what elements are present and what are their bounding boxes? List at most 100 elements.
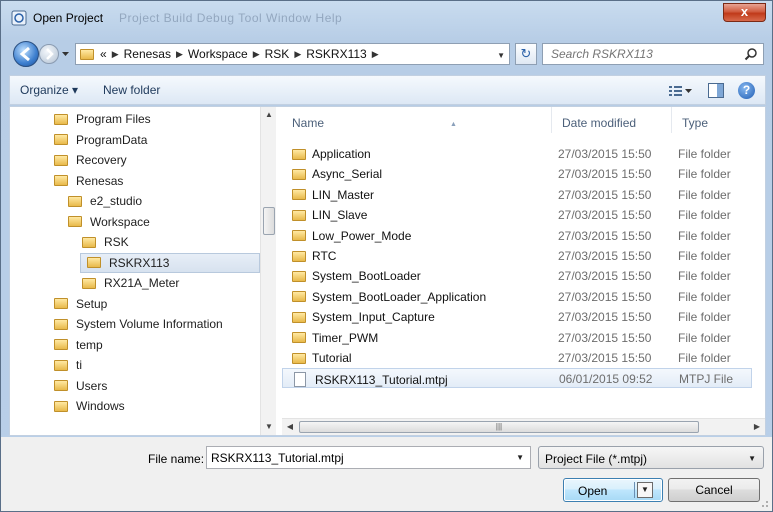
- open-options-dropdown-icon[interactable]: ▼: [637, 482, 653, 498]
- file-list-horizontal-scrollbar[interactable]: ◀ ||| ▶: [282, 418, 765, 435]
- file-name-cell: System_BootLoader: [292, 269, 421, 283]
- tree-item-label: Renesas: [76, 173, 124, 188]
- file-name-cell: Tutorial: [292, 351, 352, 365]
- date-modified-cell: 06/01/2015 09:52: [559, 372, 653, 387]
- tree-item[interactable]: temp: [54, 335, 103, 355]
- file-row[interactable]: RTC 27/03/2015 15:50 File folder: [282, 246, 752, 266]
- folder-icon: [54, 400, 68, 412]
- folder-icon: [292, 352, 306, 364]
- title-bar[interactable]: Open Project Project Build Debug Tool Wi…: [1, 1, 772, 35]
- tree-item[interactable]: Users: [54, 376, 107, 396]
- tree-item-label: ti: [76, 358, 82, 372]
- scroll-down-icon[interactable]: ▼: [261, 419, 276, 435]
- file-name-combobox[interactable]: ▼: [206, 446, 531, 469]
- file-row[interactable]: System_BootLoader_Application 27/03/2015 …: [282, 287, 752, 307]
- column-header-type[interactable]: Type: [672, 107, 765, 133]
- tree-item-label: System Volume Information: [76, 317, 223, 331]
- tree-item-label: temp: [76, 337, 103, 352]
- file-row[interactable]: LIN_Slave 27/03/2015 15:50 File folder: [282, 205, 752, 225]
- tree-item[interactable]: e2_studio: [68, 191, 142, 211]
- file-row[interactable]: Application 27/03/2015 15:50 File folder: [282, 144, 752, 164]
- folder-icon: [54, 339, 68, 350]
- column-header-name[interactable]: Name ▲: [282, 107, 552, 133]
- help-icon[interactable]: ?: [738, 82, 755, 99]
- resize-grip-icon[interactable]: [759, 498, 769, 508]
- file-name-cell: Application: [292, 147, 371, 161]
- preview-pane-icon[interactable]: [708, 83, 724, 98]
- refresh-button[interactable]: ↻: [515, 43, 537, 65]
- tree-item[interactable]: Windows: [54, 396, 125, 416]
- scroll-right-icon[interactable]: ▶: [749, 419, 765, 435]
- breadcrumb-separator-icon: ▶: [111, 48, 119, 59]
- file-name-text: LIN_Slave: [312, 208, 368, 223]
- file-name-text: RTC: [312, 249, 337, 263]
- folder-icon: [292, 168, 306, 180]
- file-name-cell: RTC: [292, 249, 336, 263]
- folder-icon: [292, 148, 306, 160]
- search-box[interactable]: [542, 43, 764, 65]
- file-row[interactable]: Async_Serial 27/03/2015 15:50 File folder: [282, 164, 752, 184]
- tree-item[interactable]: RSKRX113: [80, 252, 260, 273]
- column-header-date[interactable]: Date modified: [552, 107, 672, 133]
- tree-item[interactable]: RSK: [82, 232, 129, 252]
- file-row[interactable]: System_Input_Capture 27/03/2015 15:50 File…: [282, 307, 752, 327]
- tree-item[interactable]: System Volume Information: [54, 314, 223, 334]
- folder-icon: [54, 113, 68, 125]
- recent-pages-dropdown-icon[interactable]: [61, 49, 70, 58]
- file-row[interactable]: Tutorial 27/03/2015 15:50 File folder: [282, 348, 752, 368]
- address-dropdown-icon[interactable]: ▼: [497, 51, 505, 60]
- file-row[interactable]: LIN_Master 27/03/2015 15:50 File folder: [282, 185, 752, 205]
- breadcrumb-rskrx113[interactable]: RSKRX113: [306, 47, 366, 61]
- breadcrumb-renesas[interactable]: Renesas: [124, 47, 171, 61]
- scroll-left-icon[interactable]: ◀: [282, 419, 298, 435]
- type-cell: File folder: [678, 249, 731, 263]
- folder-icon: [54, 298, 68, 309]
- tree-item[interactable]: Workspace: [68, 212, 150, 232]
- file-name-text: Tutorial: [312, 351, 352, 365]
- folder-icon: [292, 311, 306, 323]
- tree-item-label: Program Files: [76, 112, 151, 126]
- cancel-button[interactable]: Cancel: [668, 478, 760, 502]
- chevron-down-icon[interactable]: ▼: [516, 453, 524, 462]
- breadcrumb-rsk[interactable]: RSK: [265, 47, 290, 61]
- open-button-label: Open: [578, 484, 608, 498]
- file-name-field[interactable]: [207, 447, 507, 468]
- file-row[interactable]: RSKRX113_Tutorial.mtpj 06/01/2015 09:52 MT…: [282, 368, 752, 389]
- scroll-thumb[interactable]: |||: [299, 421, 699, 433]
- file-row[interactable]: Timer_PWM 27/03/2015 15:50 File folder: [282, 328, 752, 348]
- breadcrumb-workspace[interactable]: Workspace: [188, 47, 248, 61]
- tree-item-label: ProgramData: [76, 132, 148, 147]
- tree-item[interactable]: Renesas: [54, 171, 123, 191]
- tree-item[interactable]: ti: [54, 355, 82, 375]
- open-button[interactable]: Open ▼: [563, 478, 663, 502]
- breadcrumb-separator-icon: ▶: [294, 48, 302, 59]
- back-arrow-icon: [19, 46, 30, 62]
- view-options-icon[interactable]: [668, 84, 692, 98]
- dialog-footer: File name: ▼ Project File (*.mtpj) ▼ Ope…: [1, 437, 772, 511]
- file-name-text: System_Input_Capture: [312, 310, 435, 325]
- file-name-cell: Async_Serial: [292, 167, 382, 181]
- tree-item[interactable]: Setup: [54, 294, 107, 314]
- forward-button[interactable]: [39, 44, 59, 64]
- file-row[interactable]: System_BootLoader 27/03/2015 15:50 File fo…: [282, 266, 752, 286]
- tree-item[interactable]: Recovery: [54, 150, 127, 170]
- tree-item[interactable]: ProgramData: [54, 130, 147, 150]
- column-type-label: Type: [682, 116, 709, 130]
- file-row[interactable]: Low_Power_Mode 27/03/2015 15:50 File folde…: [282, 226, 752, 246]
- new-folder-button[interactable]: New folder: [103, 83, 160, 97]
- close-button[interactable]: x: [723, 3, 766, 22]
- organize-menu-button[interactable]: Organize ▾: [20, 83, 78, 97]
- tree-item[interactable]: RX21A_Meter: [82, 273, 179, 293]
- scroll-thumb[interactable]: [263, 207, 275, 235]
- search-icon[interactable]: [744, 47, 758, 61]
- tree-item[interactable]: Program Files: [54, 109, 151, 129]
- tree-item-label: Windows: [76, 399, 125, 413]
- breadcrumb-overflow[interactable]: «: [100, 47, 107, 61]
- scroll-up-icon[interactable]: ▲: [261, 107, 276, 123]
- file-type-select[interactable]: Project File (*.mtpj) ▼: [538, 446, 764, 469]
- search-input[interactable]: [543, 44, 733, 64]
- navigation-pane-scrollbar[interactable]: ▲ ▼: [260, 107, 276, 435]
- address-bar[interactable]: « ▶ Renesas ▶ Workspace ▶ RSK ▶ RSKRX113…: [75, 43, 510, 65]
- back-button[interactable]: [13, 41, 39, 67]
- folder-icon: [292, 189, 306, 201]
